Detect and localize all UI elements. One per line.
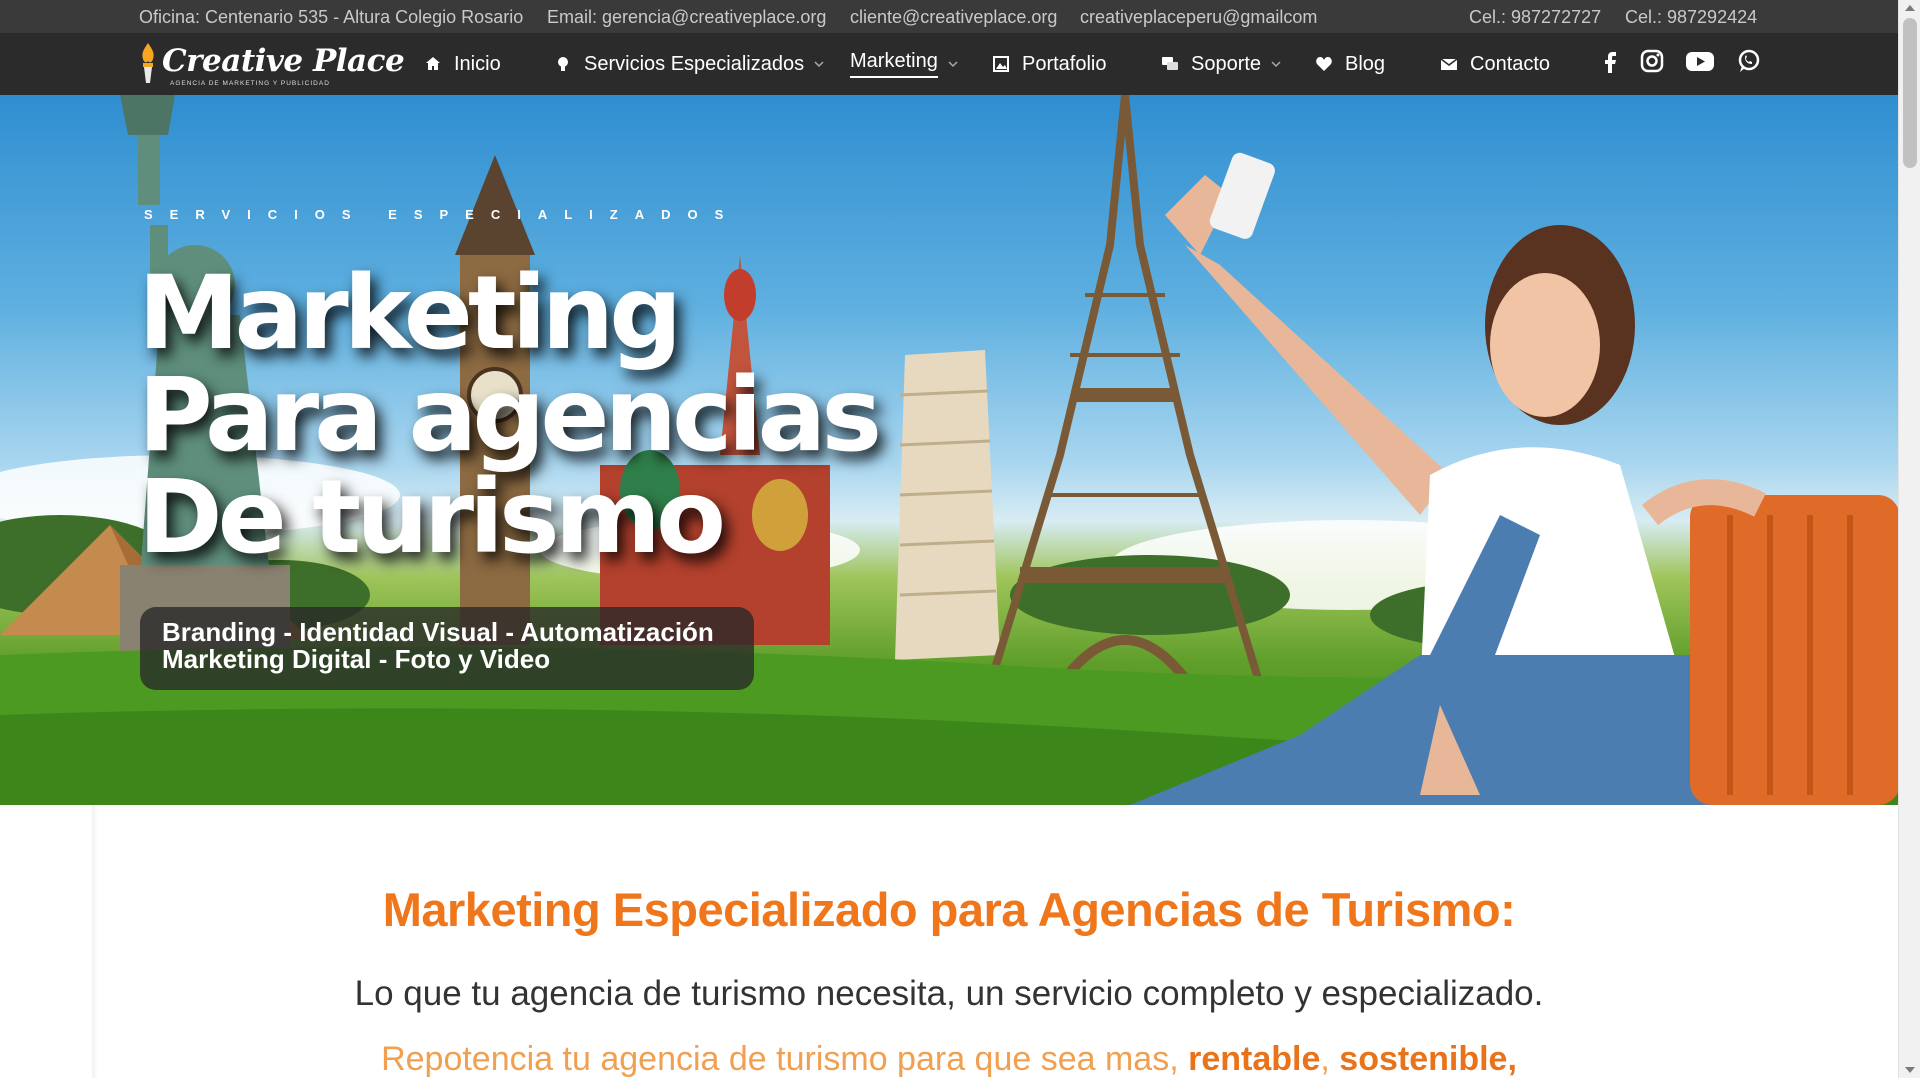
nav-item-marketing[interactable]: Marketing [850, 33, 958, 95]
section-lead: Lo que tu agencia de turismo necesita, u… [354, 974, 1544, 1013]
email-cliente-link[interactable]: cliente@creativeplace.org [850, 7, 1057, 28]
chevron-down-icon [948, 61, 958, 68]
chevron-down-icon [1271, 61, 1281, 68]
torch-logo-icon [142, 43, 154, 83]
lightbulb-icon [558, 57, 568, 71]
image-icon [993, 56, 1009, 72]
subtext-bold-sostenible: sostenible, [1339, 1040, 1517, 1078]
section-heading: Marketing Especializado para Agencias de… [382, 883, 1516, 936]
nav-item-soporte[interactable]: Soporte [1161, 33, 1281, 95]
hero-title-line-2: Para agencias [138, 356, 882, 475]
nav-label: Contacto [1470, 52, 1551, 75]
scrollbar-thumb[interactable] [1903, 18, 1917, 168]
hero-title: Marketing Para agencias De turismo [138, 254, 882, 577]
nav-label: Marketing [850, 50, 938, 78]
hero-banner: SERVICIOS ESPECIALIZADOS Marketing Para … [0, 95, 1898, 805]
content-edge-shadow [92, 805, 98, 1078]
youtube-icon[interactable] [1684, 47, 1716, 75]
facebook-icon[interactable] [1597, 47, 1625, 75]
logo-name: Creative Place [162, 43, 405, 79]
hero-title-line-3: De turismo [138, 458, 726, 577]
hero-services-pill: Branding - Identidad Visual - Automatiza… [140, 607, 754, 690]
leaning-tower-of-pisa-illustration [895, 350, 1000, 660]
nav-item-portafolio[interactable]: Portafolio [992, 33, 1107, 95]
nav-label: Inicio [454, 52, 501, 75]
subtext-bold-rentable: rentable [1188, 1040, 1321, 1078]
office-address: Oficina: Centenario 535 - Altura Colegio… [139, 7, 524, 27]
email-gerencia-link[interactable]: Email: gerencia@creativeplace.org [547, 7, 826, 28]
mail-icon [1440, 58, 1458, 70]
main-navigation: Creative Place AGENCIA DE MARKETING Y PU… [0, 33, 1898, 95]
chevron-down-icon [814, 61, 824, 68]
chat-icon [1162, 57, 1178, 70]
subtext-separator: , [1320, 1040, 1340, 1078]
nav-item-inicio[interactable]: Inicio [424, 33, 501, 95]
hero-pill-line-1: Branding - Identidad Visual - Automatiza… [162, 617, 714, 647]
top-info-bar: Oficina: Centenario 535 - Altura Colegio… [0, 0, 1898, 33]
logo-tagline: AGENCIA DE MARKETING Y PUBLICIDAD [170, 80, 330, 87]
nav-label: Soporte [1191, 52, 1262, 75]
nav-item-contacto[interactable]: Contacto [1440, 33, 1550, 95]
logo[interactable]: Creative Place AGENCIA DE MARKETING Y PU… [138, 39, 405, 89]
phone-1-link[interactable]: Cel.: 987272727 [1469, 7, 1601, 28]
nav-label: Portafolio [1022, 52, 1107, 75]
whatsapp-icon[interactable] [1735, 47, 1763, 75]
scroll-up-arrow-icon[interactable] [1905, 5, 1915, 11]
heart-icon [1316, 57, 1332, 71]
nav-label: Blog [1345, 52, 1386, 75]
subtext-prefix: Repotencia tu agencia de turismo para qu… [381, 1040, 1189, 1078]
hero-pill-line-2: Marketing Digital - Foto y Video [162, 644, 551, 674]
email-gmail-link[interactable]: creativeplaceperu@gmailcom [1080, 7, 1317, 28]
section-subtext: Repotencia tu agencia de turismo para qu… [0, 1040, 1898, 1079]
nav-item-blog[interactable]: Blog [1315, 33, 1385, 95]
instagram-icon[interactable] [1638, 47, 1666, 75]
home-icon [426, 57, 440, 70]
page-scrollbar[interactable] [1898, 0, 1920, 1078]
hero-title-line-1: Marketing [138, 254, 682, 373]
nav-item-servicios[interactable]: Servicios Especializados [554, 33, 824, 95]
hero-eyebrow: SERVICIOS ESPECIALIZADOS [144, 207, 741, 222]
phone-2-link[interactable]: Cel.: 987292424 [1625, 7, 1757, 28]
scroll-down-arrow-icon[interactable] [1905, 1067, 1915, 1073]
nav-label: Servicios Especializados [584, 52, 805, 75]
